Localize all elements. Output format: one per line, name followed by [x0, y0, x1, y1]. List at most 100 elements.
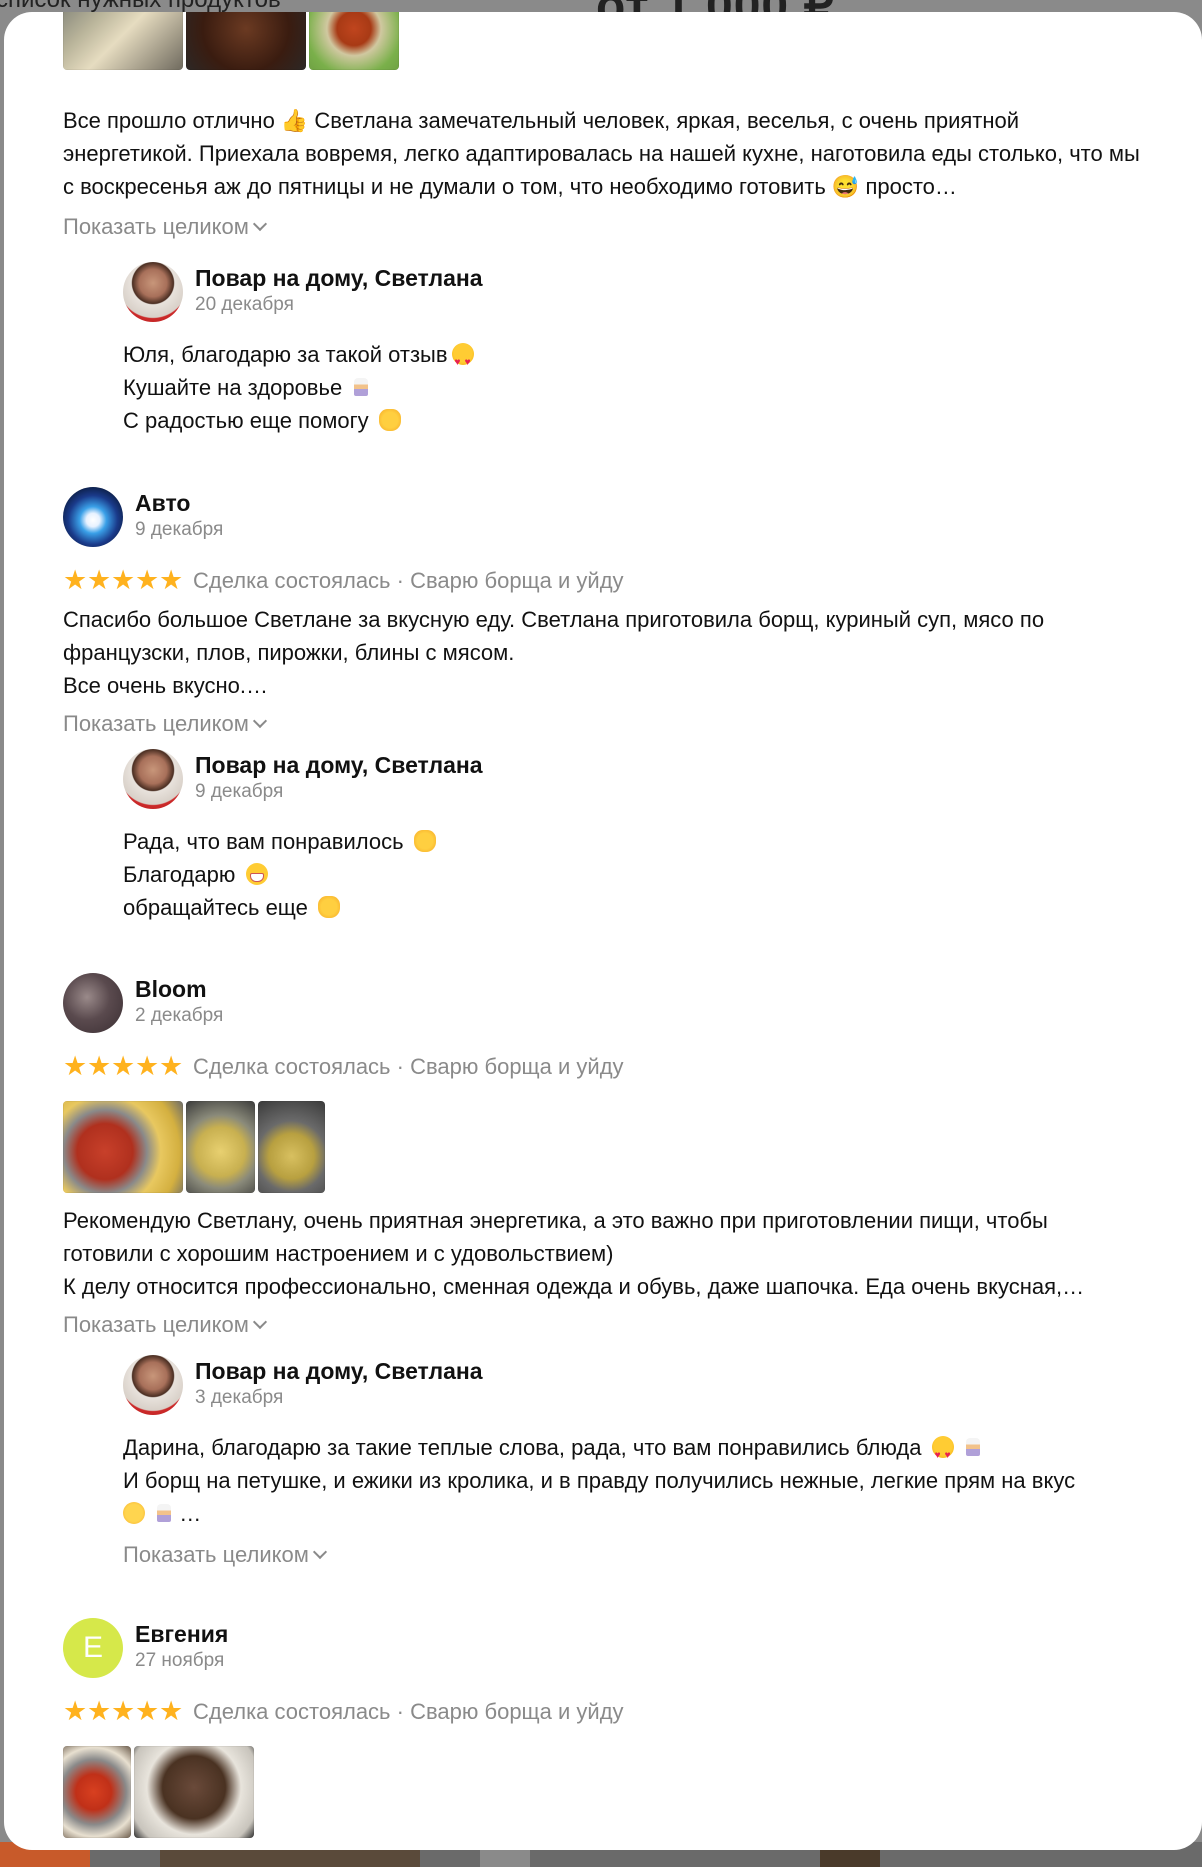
review-photo[interactable]: [258, 1101, 325, 1193]
review-photos: [63, 12, 399, 70]
handshake-emoji-icon: [378, 409, 401, 431]
review-photo[interactable]: [63, 12, 183, 70]
seller-reply: Повар на дому, Светлана 9 декабря Рада, …: [123, 749, 1143, 924]
rating-line: ★ ★ ★ ★ ★ Сделка состоялась · Сварю борща и …: [63, 567, 624, 594]
star-icon: ★: [87, 1696, 112, 1726]
reply-date: 20 декабря: [195, 294, 294, 315]
star-icon: ★: [111, 1696, 136, 1726]
review-photo[interactable]: [186, 12, 306, 70]
rating-line: ★ ★ ★ ★ ★ Сделка состоялась · Сварю борща и …: [63, 1698, 624, 1725]
star-icon: ★: [159, 565, 184, 595]
review-photo[interactable]: [186, 1101, 255, 1193]
chevron-down-icon: [252, 713, 267, 729]
author-name[interactable]: Повар на дому, Светлана: [195, 1356, 483, 1386]
reply-line: Дарина, благодарю за такие теплые слова,…: [123, 1435, 922, 1460]
cook-emoji-icon: [352, 376, 370, 398]
reply-line: …: [179, 1501, 202, 1526]
reply-date: 9 декабря: [195, 781, 284, 802]
deal-status: Сделка состоялась · Сварю борща и уйду: [193, 567, 624, 593]
handshake-emoji-icon: [413, 830, 436, 852]
review-photo[interactable]: [309, 12, 399, 70]
rating-stars: ★ ★ ★ ★ ★: [63, 1698, 183, 1725]
show-more-button[interactable]: Показать целиком: [123, 1540, 327, 1570]
star-icon: ★: [135, 565, 160, 595]
review-line: Рекомендую Светлану, очень приятная энер…: [63, 1208, 1048, 1266]
show-more-label: Показать целиком: [63, 1312, 249, 1337]
review: Авто 9 декабря ★ ★ ★ ★ ★ Сделка состоялась ·…: [63, 487, 1143, 736]
rating-stars: ★ ★ ★ ★ ★: [63, 567, 183, 594]
review-photo[interactable]: [134, 1746, 254, 1838]
review-text: Все прошло отлично 👍 Светлана замечатель…: [63, 108, 1140, 199]
star-icon: ★: [87, 565, 112, 595]
review-photo[interactable]: [63, 1746, 131, 1838]
seller-reply: Повар на дому, Светлана 20 декабря Юля, …: [123, 262, 1143, 437]
reply-line: Юля, благодарю за такой отзыв: [123, 342, 448, 367]
avatar[interactable]: [123, 1355, 183, 1415]
hug-emoji-icon: [123, 1502, 145, 1524]
review-author: Bloom 2 декабря: [63, 973, 1143, 1033]
avatar-letter: Е: [82, 1631, 103, 1664]
reply-line: И борщ на петушке, и ежики из кролика, и…: [123, 1468, 1076, 1493]
review-line: Спасибо большое Светлане за вкусную еду.…: [63, 607, 1045, 665]
avatar[interactable]: Е: [63, 1618, 123, 1678]
show-more-label: Показать целиком: [63, 711, 249, 736]
avatar[interactable]: [123, 262, 183, 322]
author-name[interactable]: Авто: [135, 488, 223, 518]
chevron-down-icon: [252, 1314, 267, 1330]
review-date: 2 декабря: [135, 1005, 224, 1026]
review: Bloom 2 декабря ★ ★ ★ ★ ★ Сделка состоялась …: [63, 973, 1143, 1337]
deal-status: Сделка состоялась · Сварю борща и уйду: [193, 1053, 624, 1079]
star-icon: ★: [63, 565, 88, 595]
review-date: 27 ноября: [135, 1650, 225, 1671]
review-line: К делу относится профессионально, сменна…: [63, 1274, 1085, 1299]
star-icon: ★: [159, 1696, 184, 1726]
review-line: Все очень вкусно.…: [63, 673, 269, 698]
star-icon: ★: [135, 1051, 160, 1081]
show-more-label: Показать целиком: [123, 1542, 309, 1567]
star-icon: ★: [111, 1051, 136, 1081]
review-author: Авто 9 декабря: [63, 487, 1143, 547]
review-author: Е Евгения 27 ноября: [63, 1618, 1143, 1678]
reply-line: С радостью еще помогу: [123, 408, 369, 433]
show-more-button[interactable]: Показать целиком: [63, 212, 267, 242]
reply-line: Кушайте на здоровье: [123, 375, 343, 400]
cook-emoji-icon: [964, 1436, 982, 1458]
avatar[interactable]: [123, 749, 183, 809]
heart-eyes-emoji-icon: [451, 343, 474, 379]
rating-line: ★ ★ ★ ★ ★ Сделка состоялась · Сварю борща и …: [63, 1053, 624, 1080]
reply-text: Дарина, благодарю за такие теплые слова,…: [123, 1431, 1143, 1530]
review: Е Евгения 27 ноября ★ ★ ★ ★ ★ Сделка состоял…: [63, 1618, 1143, 1838]
reply-line: Благодарю: [123, 862, 236, 887]
author-name[interactable]: Евгения: [135, 1619, 228, 1649]
handshake-emoji-icon: [318, 896, 341, 918]
star-icon: ★: [159, 1051, 184, 1081]
avatar[interactable]: [63, 973, 123, 1033]
reply-author: Повар на дому, Светлана 20 декабря: [123, 262, 1143, 322]
review-photo[interactable]: [63, 1101, 183, 1193]
heart-eyes-emoji-icon: [931, 1436, 954, 1472]
reply-text: Юля, благодарю за такой отзыв Кушайте на…: [123, 338, 1143, 437]
cook-emoji-icon: [155, 1502, 173, 1524]
review-date: 9 декабря: [135, 519, 224, 540]
grin-emoji-icon: [245, 863, 268, 885]
review-photos: [63, 1746, 254, 1838]
star-icon: ★: [63, 1696, 88, 1726]
author-name[interactable]: Повар на дому, Светлана: [195, 750, 483, 780]
review-photos: [63, 1101, 325, 1193]
rating-stars: ★ ★ ★ ★ ★: [63, 1053, 183, 1080]
reviews-modal: Все прошло отлично 👍 Светлана замечатель…: [4, 12, 1202, 1850]
star-icon: ★: [63, 1051, 88, 1081]
reply-line: Рада, что вам понравилось: [123, 829, 404, 854]
deal-status: Сделка состоялась · Сварю борща и уйду: [193, 1698, 624, 1724]
star-icon: ★: [87, 1051, 112, 1081]
avatar[interactable]: [63, 487, 123, 547]
author-name[interactable]: Bloom: [135, 974, 223, 1004]
show-more-button[interactable]: Показать целиком: [63, 1310, 267, 1340]
star-icon: ★: [135, 1696, 160, 1726]
reply-author: Повар на дому, Светлана 3 декабря: [123, 1355, 1143, 1415]
chevron-down-icon: [252, 216, 267, 232]
review-text: Рекомендую Светлану, очень приятная энер…: [63, 1204, 1143, 1303]
author-name[interactable]: Повар на дому, Светлана: [195, 263, 483, 293]
show-more-button[interactable]: Показать целиком: [63, 709, 267, 739]
review-text: Спасибо большое Светлане за вкусную еду.…: [63, 603, 1143, 702]
